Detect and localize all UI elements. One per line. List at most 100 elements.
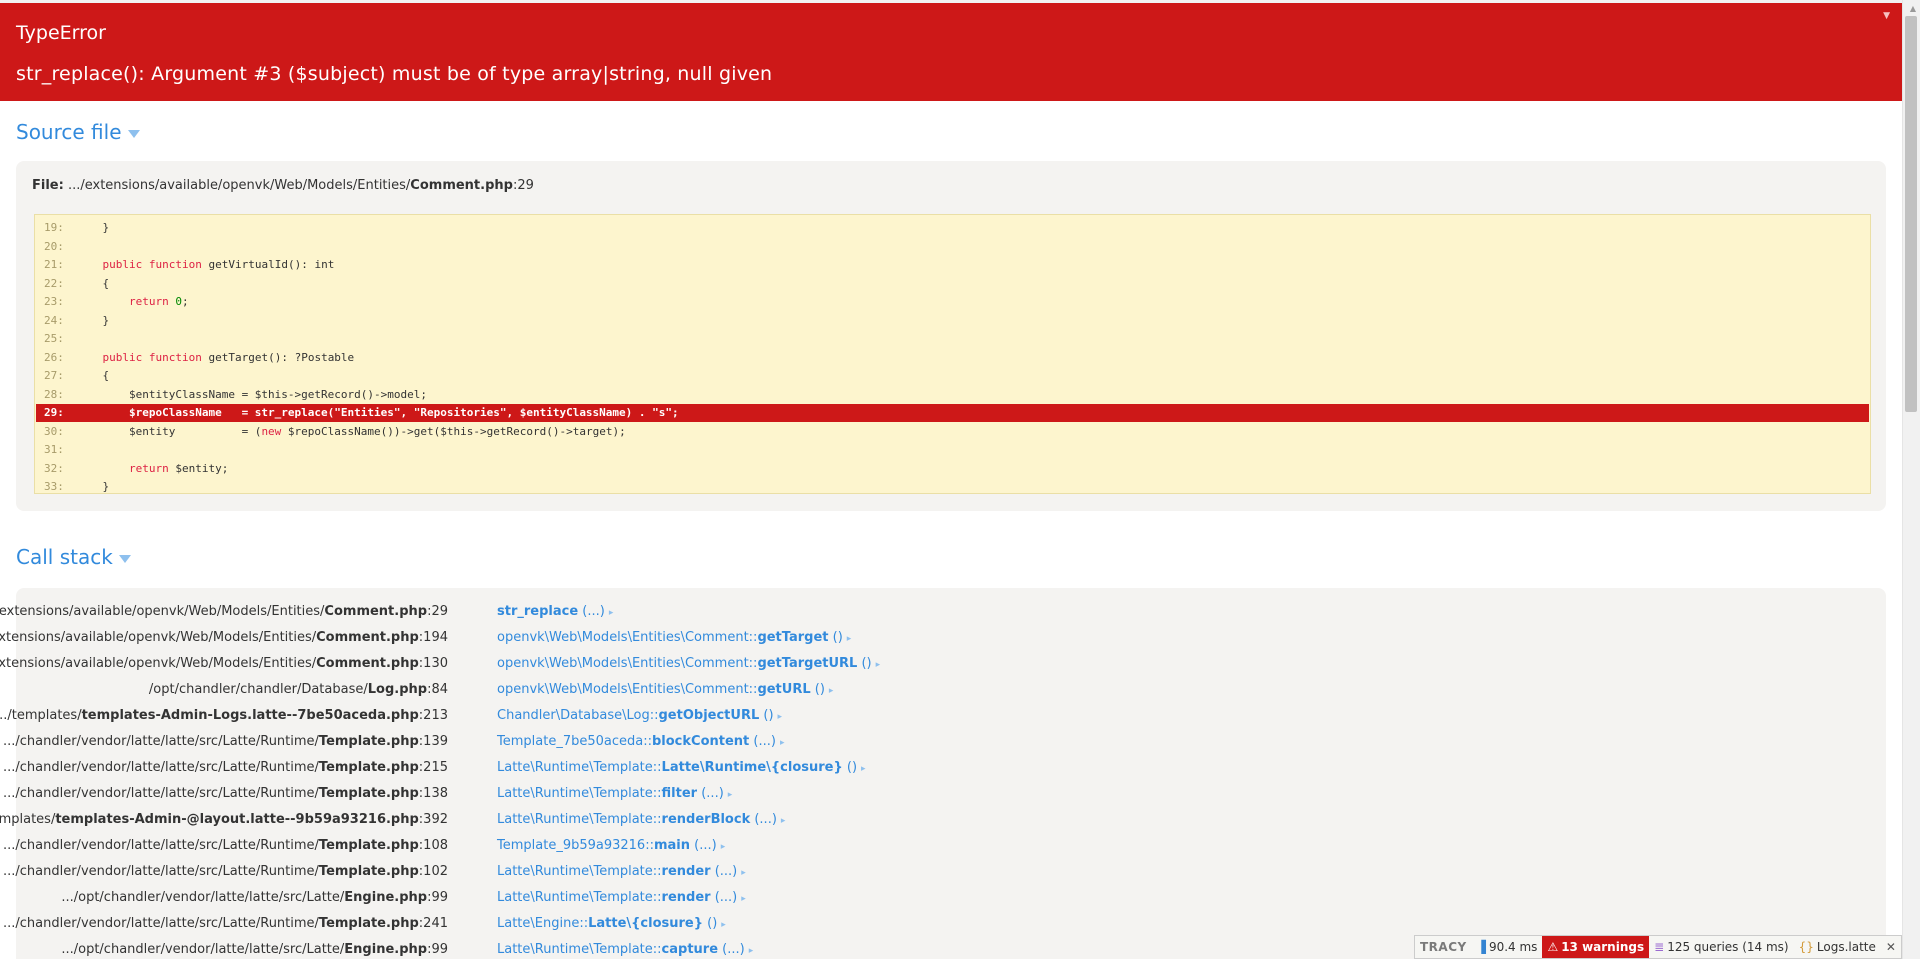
stack-file-link[interactable]: .../opt/chandler/vendor/latte/latte/src/… [61,937,448,959]
close-icon[interactable]: ✕ [1881,936,1901,958]
stack-file-link[interactable]: .../chandler/vendor/latte/latte/src/Latt… [3,911,448,937]
stack-args: (...) [750,812,777,827]
stack-function-toggle[interactable]: Latte\Runtime\Template::renderBlock (...… [497,807,785,834]
stack-function-toggle[interactable]: Latte\Runtime\Template::capture (...) ▸ [497,937,753,959]
code-line: 22: { [36,275,1869,293]
expand-arrow-icon[interactable]: ▸ [741,868,746,878]
stack-function-toggle[interactable]: Template_9b59a93216::main (...) ▸ [497,833,725,860]
stack-file-name: Comment.php [316,656,419,671]
tracy-queries[interactable]: ≣ 125 queries (14 ms) [1649,936,1794,958]
stack-row: .../chandler/vendor/latte/latte/src/Latt… [3,859,1886,886]
tracy-template[interactable]: {} Logs.latte [1794,936,1881,958]
file-path[interactable]: .../extensions/available/openvk/Web/Mode… [68,178,410,193]
stack-file-path: .../chandler/vendor/latte/latte/src/Latt… [2,916,319,931]
stack-file-link[interactable]: .../extensions/available/openvk/Web/Mode… [0,625,448,651]
stack-function-toggle[interactable]: Latte\Runtime\Template::filter (...) ▸ [497,781,732,808]
line-code: public function getVirtualId(): int [102,258,335,271]
expand-arrow-icon[interactable]: ▸ [749,946,754,956]
expand-arrow-icon[interactable]: ▸ [780,738,785,748]
stack-file-path: .../extensions/available/openvk/Web/Mode… [0,604,325,619]
stack-args: (...) [690,838,717,853]
stack-function-toggle[interactable]: Template_7be50aceda::blockContent (...) ▸ [497,729,784,756]
tracy-warnings[interactable]: ⚠ 13 warnings [1542,936,1650,958]
stack-file-path: .../chandler/vendor/latte/latte/src/Latt… [2,864,319,879]
stack-function-toggle[interactable]: Chandler\Database\Log::getObjectURL () ▸ [497,703,782,730]
line-number: 32: [44,461,64,475]
stack-namespace: Template_7be50aceda:: [497,734,652,749]
source-file-title: Source file [16,120,122,144]
collapse-triangle-icon[interactable]: ▼ [1883,11,1890,21]
expand-arrow-icon[interactable]: ▸ [781,816,786,826]
stack-file-name: Comment.php [316,630,419,645]
stack-file-link[interactable]: .../templates/templates-Admin-@layout.la… [0,807,448,833]
stack-file-link[interactable]: .../chandler/vendor/latte/latte/src/Latt… [3,781,448,807]
scroll-up-icon[interactable]: ▲ [1910,4,1916,13]
stack-method: renderBlock [661,812,751,827]
line-code: } [76,313,110,327]
stack-file-line: :215 [418,760,448,775]
stack-file-name: Template.php [318,916,419,931]
stack-function-toggle[interactable]: openvk\Web\Models\Entities\Comment::getT… [497,651,880,678]
stack-file-path: .../opt/chandler/vendor/latte/latte/src/… [61,890,345,905]
stack-file-path: .../extensions/available/openvk/Web/Mode… [0,656,317,671]
stack-file-name: templates-Admin-@layout.latte--9b59a9321… [55,812,419,827]
tracy-time-label: 90.4 ms [1488,940,1538,954]
stack-file-link[interactable]: .../opt/chandler/vendor/latte/latte/src/… [61,885,448,911]
expand-arrow-icon[interactable]: ▸ [778,712,783,722]
scrollbar-thumb[interactable] [1905,16,1917,412]
expand-arrow-icon[interactable]: ▸ [609,608,614,618]
stack-file-line: :392 [418,812,448,827]
stack-file-link[interactable]: .../chandler/vendor/latte/latte/src/Latt… [3,729,448,755]
expand-arrow-icon[interactable]: ▸ [847,634,852,644]
stack-file-name: Log.php [367,682,428,697]
file-label: File: [32,178,64,193]
stack-function-toggle[interactable]: openvk\Web\Models\Entities\Comment::getU… [497,677,833,704]
stack-args: (...) [697,786,724,801]
expand-arrow-icon[interactable]: ▸ [861,764,866,774]
line-number: 19: [44,221,64,234]
stack-file-link[interactable]: .../chandler/vendor/latte/latte/src/Latt… [3,833,448,859]
stack-file-link[interactable]: .../chandler/vendor/latte/latte/src/Latt… [3,859,448,885]
stack-file-link[interactable]: .../chandler/vendor/latte/latte/src/Latt… [3,755,448,781]
stack-args: () [842,760,858,775]
line-code: return 0; [128,295,189,308]
stack-args: () [759,708,774,723]
stack-function-toggle[interactable]: Latte\Runtime\Template::render (...) ▸ [497,885,746,912]
line-number: 29: [44,406,64,419]
stack-namespace: openvk\Web\Models\Entities\Comment:: [497,630,758,645]
expand-arrow-icon[interactable]: ▸ [728,790,733,800]
stack-file-link[interactable]: .../extensions/available/openvk/Web/Mode… [0,599,448,625]
code-line: 26: public function getTarget(): ?Postab… [36,349,1869,367]
scrollbar[interactable]: ▲ [1902,0,1920,959]
expand-arrow-icon[interactable]: ▸ [721,920,726,930]
tracy-logo[interactable]: TRACY [1415,936,1472,958]
stack-file-line: :108 [418,838,448,853]
stack-function-toggle[interactable]: str_replace (...) ▸ [497,599,613,626]
stack-row: .../extensions/available/openvk/Web/Mode… [0,599,1886,626]
line-number: 25: [44,332,64,345]
source-file-toggle[interactable]: Source file [16,120,140,144]
stack-row: .../extensions/available/openvk/Web/Mode… [0,651,1886,678]
expand-arrow-icon[interactable]: ▸ [741,894,746,904]
file-name[interactable]: Comment.php [410,178,513,193]
stack-file-link[interactable]: .../templates/templates-Admin-Logs.latte… [0,703,448,729]
stack-file-link[interactable]: /opt/chandler/chandler/Database/Log.php:… [149,677,448,703]
stack-function-toggle[interactable]: Latte\Runtime\Template::Latte\Runtime\{c… [497,755,866,782]
stack-file-link[interactable]: .../extensions/available/openvk/Web/Mode… [0,651,448,677]
stack-file-name: templates-Admin-Logs.latte--7be50aceda.p… [81,708,419,723]
stack-row: .../extensions/available/openvk/Web/Mode… [0,625,1886,652]
stack-file-name: Engine.php [344,890,428,905]
stack-function-toggle[interactable]: Latte\Runtime\Template::render (...) ▸ [497,859,746,886]
code-line: 19: } [36,219,1869,237]
line-number: 23: [44,295,64,308]
stack-function-toggle[interactable]: openvk\Web\Models\Entities\Comment::getT… [497,625,851,652]
stack-row: .../chandler/vendor/latte/latte/src/Latt… [3,729,1886,756]
call-stack-toggle[interactable]: Call stack [16,545,131,569]
expand-arrow-icon[interactable]: ▸ [721,842,726,852]
tracy-time[interactable]: ▐ 90.4 ms [1472,936,1543,958]
stack-method: render [661,890,711,905]
expand-arrow-icon[interactable]: ▸ [829,686,834,696]
stack-file-name: Engine.php [344,942,428,957]
stack-function-toggle[interactable]: Latte\Engine::Latte\{closure} () ▸ [497,911,726,938]
expand-arrow-icon[interactable]: ▸ [876,660,881,670]
